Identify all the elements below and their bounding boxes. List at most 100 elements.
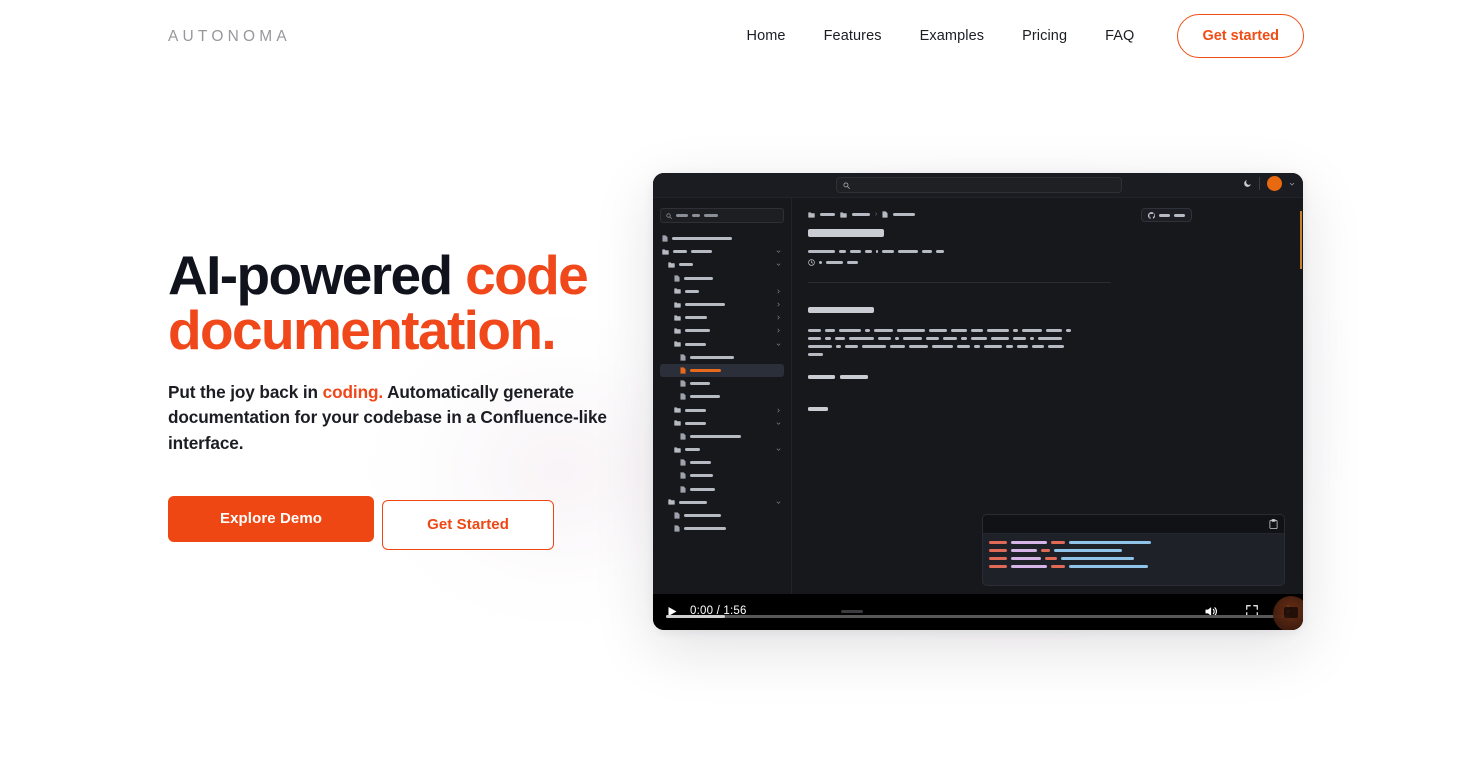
text-word — [836, 345, 841, 348]
file-icon — [680, 367, 686, 374]
file-tree-item[interactable] — [660, 258, 784, 271]
chevron-right-icon[interactable] — [776, 315, 781, 320]
file-tree-item-label — [690, 487, 715, 491]
text-word — [957, 345, 970, 348]
nav-link-home[interactable]: Home — [728, 14, 805, 58]
app-global-search-input[interactable] — [836, 177, 1122, 193]
code-token — [1011, 549, 1037, 552]
file-tree-item-label — [685, 421, 706, 425]
chevron-down-icon[interactable] — [776, 421, 781, 426]
avatar[interactable] — [1267, 176, 1282, 191]
file-tree-item[interactable] — [660, 403, 784, 416]
folder-icon — [674, 341, 681, 347]
file-tree-toggle[interactable] — [776, 500, 781, 505]
get-started-button[interactable]: Get started — [1177, 14, 1304, 58]
chevron-down-icon[interactable] — [776, 447, 781, 452]
ai-answer-panel — [1300, 211, 1303, 269]
file-tree-item-label — [690, 368, 721, 372]
chevron-right-icon[interactable] — [776, 302, 781, 307]
text-word — [926, 337, 939, 340]
video-progress-bar[interactable] — [666, 615, 1290, 618]
code-token — [1054, 549, 1122, 552]
text-word — [987, 329, 1009, 332]
text-word — [1022, 329, 1042, 332]
file-tree-toggle[interactable] — [776, 342, 781, 347]
chevron-down-icon[interactable] — [776, 500, 781, 505]
file-icon — [662, 235, 668, 242]
file-tree-item[interactable] — [660, 430, 784, 443]
chevron-down-icon[interactable] — [776, 342, 781, 347]
paragraph-line — [808, 329, 1111, 332]
file-tree-item[interactable] — [660, 483, 784, 496]
file-tree-item[interactable] — [660, 509, 784, 522]
file-tree-item[interactable] — [660, 377, 784, 390]
chevron-down-icon[interactable] — [776, 262, 781, 267]
text-word — [929, 329, 947, 332]
text-word — [1017, 345, 1028, 348]
chevron-right-icon[interactable] — [776, 408, 781, 413]
explore-demo-button[interactable]: Explore Demo — [168, 496, 375, 543]
nav-link-pricing[interactable]: Pricing — [1003, 14, 1086, 58]
demo-video-player[interactable]: › 0:00 / 1:56 — [653, 173, 1303, 630]
file-tree-item-selected[interactable] — [660, 363, 784, 378]
code-block-header — [983, 515, 1284, 534]
hero-subheading: Put the joy back in coding. Automaticall… — [168, 380, 614, 456]
file-tree-toggle[interactable] — [776, 421, 781, 426]
headline-plain: AI-powered — [168, 244, 466, 306]
file-tree-item[interactable] — [660, 351, 784, 364]
chevron-down-icon[interactable] — [1289, 181, 1295, 187]
code-token — [1011, 565, 1047, 568]
file-tree — [660, 232, 784, 535]
file-tree-item[interactable] — [660, 298, 784, 311]
file-tree-item[interactable] — [660, 522, 784, 535]
file-tree-item[interactable] — [660, 417, 784, 430]
file-tree-item[interactable] — [660, 456, 784, 469]
text-word — [971, 337, 987, 340]
file-tree-item[interactable] — [660, 245, 784, 258]
file-tree-toggle[interactable] — [776, 447, 781, 452]
clipboard-icon[interactable] — [1269, 519, 1278, 529]
text-word — [862, 345, 886, 348]
document-content: › — [792, 198, 1303, 594]
chevron-down-icon[interactable] — [776, 249, 781, 254]
chevron-right-icon[interactable] — [776, 328, 781, 333]
divider — [808, 282, 1111, 283]
nav-link-faq[interactable]: FAQ — [1086, 14, 1153, 58]
file-tree-item[interactable] — [660, 469, 784, 482]
chevron-right-icon[interactable] — [776, 289, 781, 294]
code-line — [989, 541, 1278, 544]
file-tree-item-label — [690, 395, 720, 399]
get-started-hero-button[interactable]: Get Started — [382, 500, 555, 551]
file-tree-item[interactable] — [660, 311, 784, 324]
meta-word — [882, 250, 894, 253]
text-word — [839, 329, 861, 332]
heading-word — [808, 375, 835, 379]
breadcrumb-item-text[interactable] — [893, 213, 916, 216]
breadcrumb-item-text[interactable] — [820, 213, 835, 216]
file-tree-item[interactable] — [660, 443, 784, 456]
file-tree-toggle[interactable] — [776, 249, 781, 254]
brand-logo[interactable]: AUTONOMA — [168, 28, 291, 46]
file-tree-item[interactable] — [660, 338, 784, 351]
nav-link-features[interactable]: Features — [805, 14, 901, 58]
file-tree-toggle[interactable] — [776, 302, 781, 307]
file-tree-item[interactable] — [660, 232, 784, 245]
file-tree-item[interactable] — [660, 390, 784, 403]
file-tree-item[interactable] — [660, 496, 784, 509]
file-tree-item[interactable] — [660, 324, 784, 337]
topbar-divider — [1259, 177, 1260, 190]
sidebar-search-input[interactable] — [660, 208, 784, 223]
nav-link-examples[interactable]: Examples — [901, 14, 1003, 58]
file-tree-toggle[interactable] — [776, 408, 781, 413]
file-tree-toggle[interactable] — [776, 328, 781, 333]
file-tree-toggle[interactable] — [776, 289, 781, 294]
meta-word — [839, 250, 846, 253]
breadcrumb-item-text[interactable] — [852, 213, 870, 216]
moon-icon[interactable] — [1243, 179, 1252, 188]
meta-word — [819, 261, 822, 264]
file-tree-item[interactable] — [660, 285, 784, 298]
file-tree-toggle[interactable] — [776, 315, 781, 320]
file-tree-item[interactable] — [660, 272, 784, 285]
file-tree-toggle[interactable] — [776, 262, 781, 267]
github-link-button[interactable] — [1141, 208, 1192, 222]
